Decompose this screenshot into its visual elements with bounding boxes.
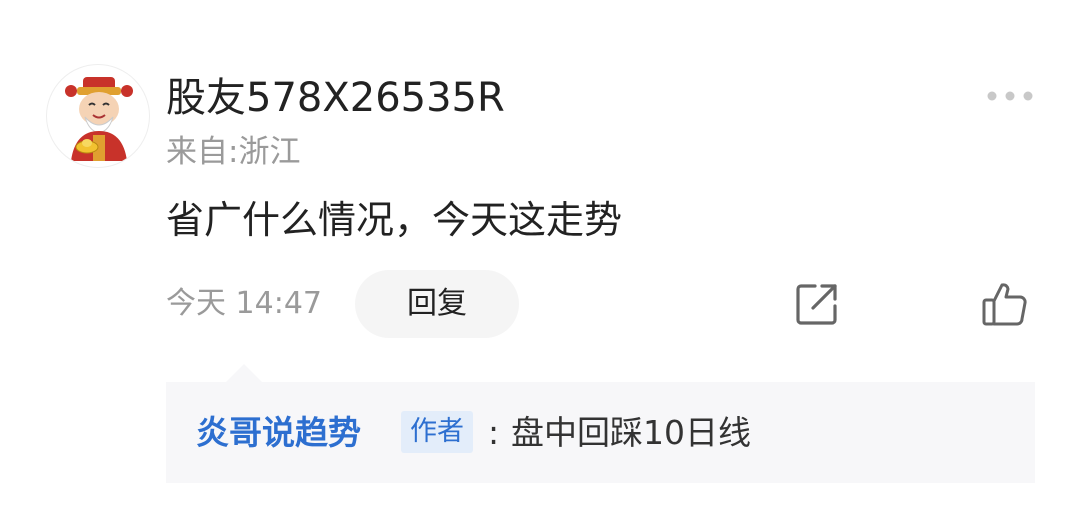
reply-separator: : [488,413,500,452]
reply-author-name[interactable]: 炎哥说趋势 [196,410,361,456]
comment-card: 股友578X26535R 来自:浙江 省广什么情况，今天这走势 今天 14:47… [0,0,1080,531]
reply-box-pointer [226,364,262,382]
reply-button[interactable]: 回复 [355,270,519,338]
author-reply[interactable]: 炎哥说趋势 作者 : 盘中回踩10日线 [166,382,1035,483]
author-badge: 作者 [401,411,473,453]
more-dots-icon[interactable] [984,84,1036,108]
share-icon[interactable] [793,280,841,328]
username[interactable]: 股友578X26535R [166,72,505,124]
comment-time: 今天 14:47 [166,286,322,321]
user-location: 来自:浙江 [166,134,301,170]
user-avatar[interactable] [46,64,150,168]
reply-text: 盘中回踩10日线 [511,413,751,452]
thumbs-up-icon[interactable] [980,279,1030,329]
caishen-avatar-icon [65,77,133,161]
comment-body: 省广什么情况，今天这走势 [166,198,623,242]
